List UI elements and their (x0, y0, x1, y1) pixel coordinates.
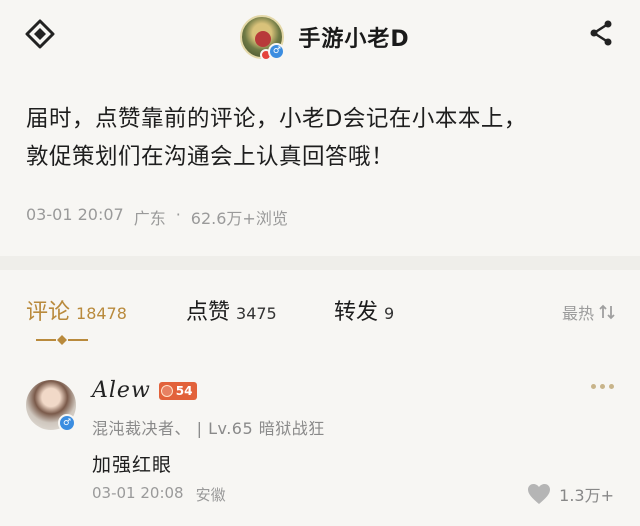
post-views: 62.6万+浏览 (190, 209, 288, 228)
tab-comments[interactable]: 评论 18478 (26, 294, 127, 326)
tab-likes[interactable]: 点赞 3475 (186, 294, 277, 326)
level-number: 54 (175, 383, 193, 398)
interaction-tabs: 评论 18478 点赞 3475 转发 9 最热 (0, 290, 640, 336)
share-button[interactable] (584, 15, 620, 51)
tab-comments-count: 18478 (76, 304, 127, 323)
section-divider (0, 256, 640, 270)
comment-text: 加强红眼 (92, 454, 173, 476)
commenter-name[interactable]: Alew (92, 378, 151, 403)
verified-badge-icon: ♂ (268, 43, 286, 60)
tab-reposts-label: 转发 (334, 300, 379, 325)
tab-comments-label: 评论 (26, 300, 71, 325)
sort-button[interactable]: 最热 (562, 300, 616, 324)
commenter-avatar[interactable]: ♂ (26, 380, 76, 432)
sort-arrows-icon (599, 304, 615, 320)
commenter-game-tag: 混沌裁决者、 | Lv.65 暗狱战狂 (92, 419, 325, 438)
dot-icon (609, 384, 614, 389)
share-icon (590, 20, 612, 46)
post-time: 03-01 20:07 (26, 205, 124, 224)
back-button[interactable] (22, 16, 58, 52)
diamond-back-icon (25, 19, 55, 49)
post-text-line: 届时，点赞靠前的评论，小老D会记在小本本上， (26, 106, 527, 132)
header-user[interactable]: ♂ 手游小老D (240, 15, 409, 61)
header-title[interactable]: 手游小老D (298, 21, 409, 53)
active-tab-indicator (36, 335, 88, 345)
commenter-name-row: Alew 54 (92, 378, 198, 403)
comment-location: 安徽 (195, 486, 226, 504)
avatar-emblem (255, 31, 272, 47)
comment-item: ♂ Alew 54 混沌裁决者、 | Lv.65 暗狱战狂 加强红眼 03-01… (0, 372, 640, 526)
sort-label: 最热 (561, 304, 594, 323)
tab-reposts-count: 9 (384, 304, 395, 323)
heart-icon (528, 484, 551, 504)
comment-more-button[interactable] (591, 384, 614, 389)
post-meta: 03-01 20:07 广东 · 62.6万+浏览 (26, 205, 288, 229)
meta-separator: · (175, 205, 181, 224)
tab-likes-label: 点赞 (186, 300, 231, 325)
comment-like-button[interactable]: 1.3万+ (527, 482, 614, 506)
tab-likes-count: 3475 (236, 304, 277, 323)
post-text: 届时，点赞靠前的评论，小老D会记在小本本上， 敦促策划们在沟通会上认真回答哦！ (26, 100, 616, 176)
verified-badge-icon: ♂ (58, 414, 76, 432)
post-text-line: 敦促策划们在沟通会上认真回答哦！ (26, 144, 395, 170)
level-shield-icon (160, 384, 173, 397)
header-avatar[interactable]: ♂ (240, 15, 286, 61)
comment-like-count: 1.3万+ (559, 486, 614, 505)
top-bar: ♂ 手游小老D (0, 0, 640, 74)
dot-icon (600, 384, 605, 389)
tab-reposts[interactable]: 转发 9 (334, 294, 394, 326)
post-location: 广东 (133, 209, 166, 228)
comment-meta: 03-01 20:08 安徽 (92, 484, 226, 505)
dot-icon (591, 384, 596, 389)
comment-time: 03-01 20:08 (92, 484, 184, 502)
level-badge: 54 (158, 381, 198, 400)
